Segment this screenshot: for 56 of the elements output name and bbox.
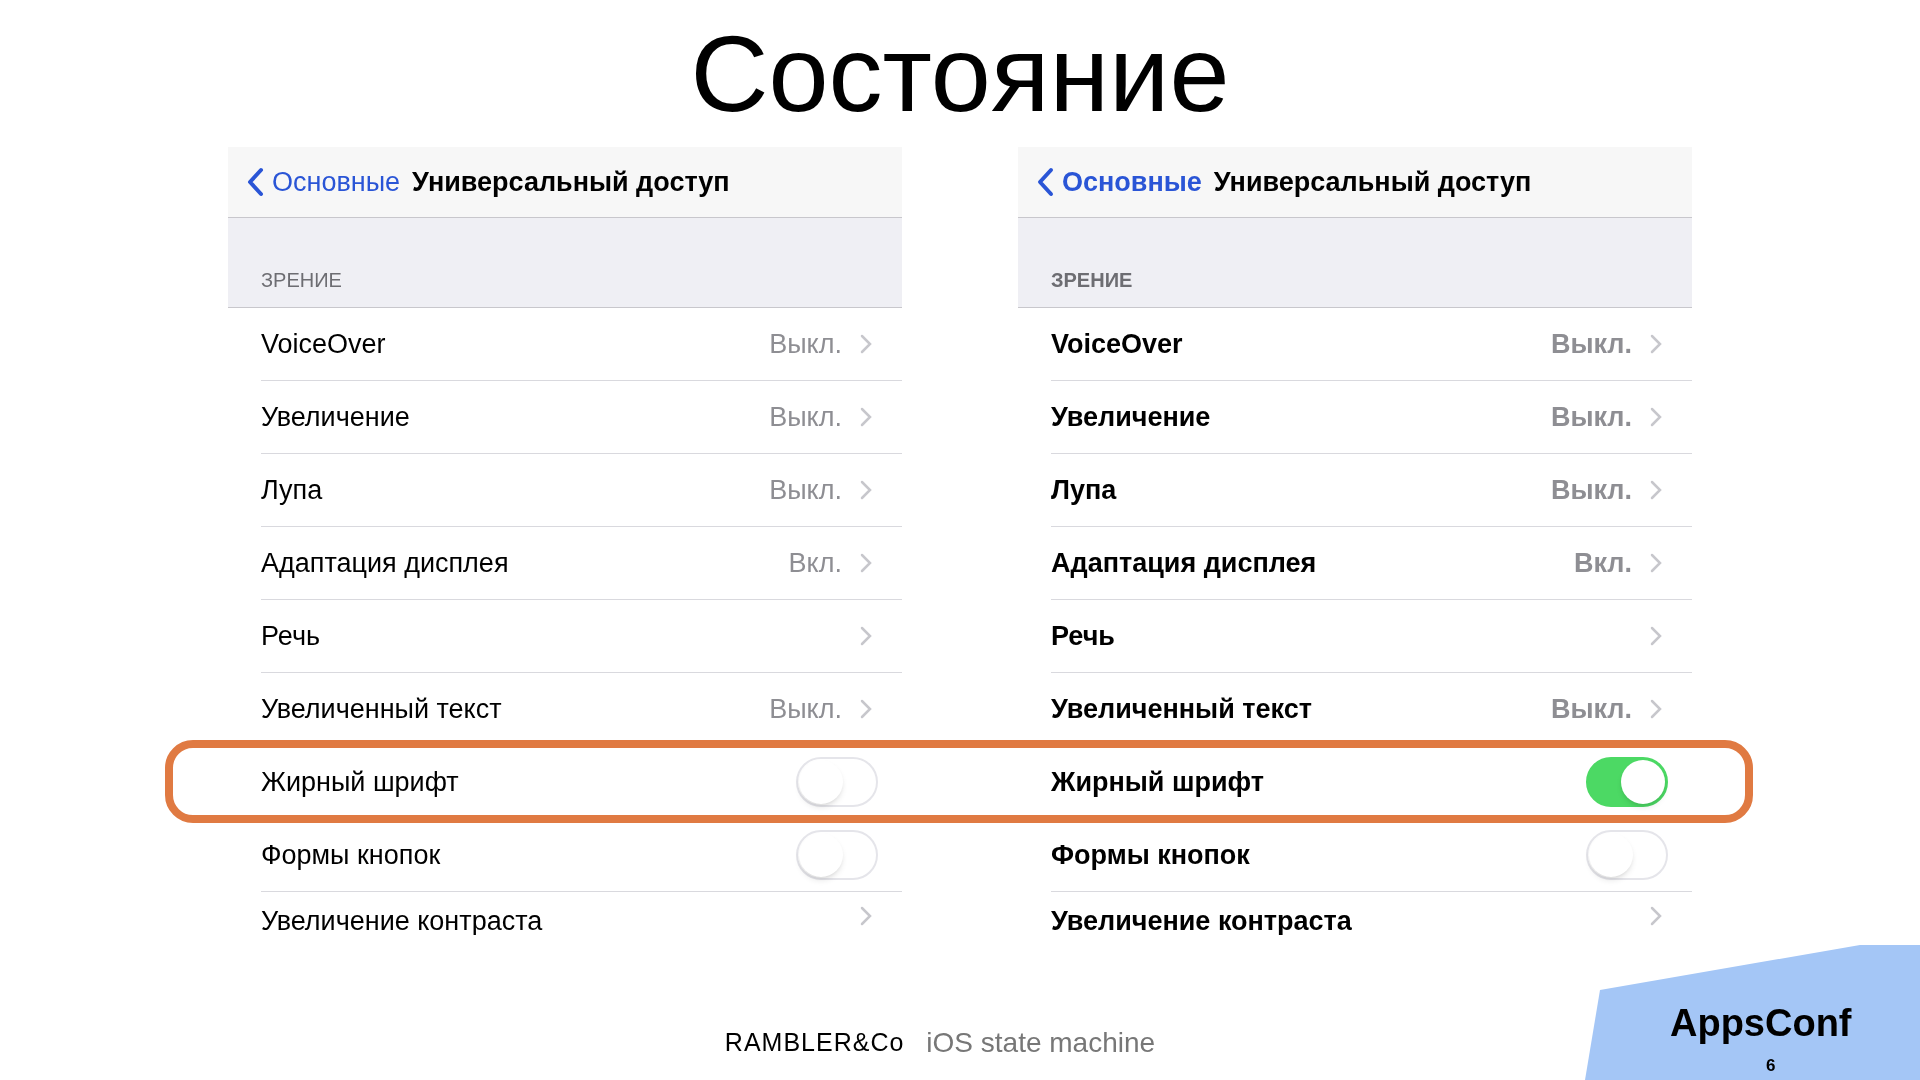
setting-label: Увеличение контраста [1051, 906, 1353, 935]
setting-label: Речь [1051, 621, 1116, 651]
setting-label: Речь [261, 621, 322, 651]
setting-label: Лупа [261, 475, 324, 505]
setting-value: Выкл. [1550, 694, 1632, 724]
screen-title: Универсальный доступ [1213, 165, 1532, 199]
setting-value: Выкл. [769, 329, 842, 359]
chevron-icon [1650, 626, 1662, 646]
back-button[interactable]: Основные [246, 161, 401, 203]
setting-label: Лупа [1051, 475, 1118, 505]
setting-label: VoiceOver [261, 329, 387, 359]
setting-value: Выкл. [769, 475, 842, 505]
setting-value: Вкл. [788, 548, 842, 578]
chevron-icon [860, 407, 872, 427]
setting-value: Выкл. [1550, 475, 1632, 505]
slide-title: Состояние [690, 19, 1230, 128]
setting-label: Формы кнопок [261, 840, 442, 870]
setting-label: Увеличение [1051, 402, 1212, 432]
setting-value: Выкл. [769, 402, 842, 432]
setting-value: Выкл. [1550, 329, 1632, 359]
chevron-icon [860, 699, 872, 719]
setting-label: Увеличенный текст [261, 694, 503, 724]
setting-value: Выкл. [1550, 402, 1632, 432]
conference-logo: AppsConf [1670, 1004, 1852, 1042]
chevron-icon [860, 553, 872, 573]
setting-label: Увеличенный текст [1051, 694, 1313, 724]
chevron-icon [860, 480, 872, 500]
setting-label: Жирный шрифт [1051, 767, 1266, 797]
setting-value: Выкл. [769, 694, 842, 724]
chevron-icon [1650, 480, 1662, 500]
section-header: ЗРЕНИЕ [228, 218, 902, 308]
back-button[interactable]: Основные [1036, 161, 1202, 203]
chevron-icon [1650, 334, 1662, 354]
chevron-icon [1650, 699, 1662, 719]
setting-label: Жирный шрифт [261, 767, 460, 797]
setting-label: Формы кнопок [1051, 840, 1251, 870]
chevron-icon [1650, 906, 1662, 926]
setting-label: Увеличение контраста [261, 906, 544, 935]
back-chevron-icon [246, 167, 264, 197]
screen-title: Универсальный доступ [412, 165, 730, 199]
chevron-icon [860, 626, 872, 646]
chevron-icon [860, 334, 872, 354]
page-number: 6 [1766, 1057, 1776, 1074]
setting-label: VoiceOver [1051, 329, 1184, 359]
section-header: ЗРЕНИЕ [1018, 218, 1692, 308]
footer-caption: iOS state machine [926, 1026, 1156, 1060]
toggle-switch[interactable] [1586, 757, 1668, 807]
back-chevron-icon [1036, 167, 1054, 197]
setting-label: Адаптация дисплея [261, 548, 510, 578]
setting-value: Вкл. [1574, 548, 1632, 578]
setting-label: Увеличение [261, 402, 411, 432]
chevron-icon [860, 906, 872, 926]
chevron-icon [1650, 407, 1662, 427]
setting-label: Адаптация дисплея [1051, 548, 1318, 578]
chevron-icon [1650, 553, 1662, 573]
brand-logo-text: RAMBLER&Co [724, 1027, 905, 1059]
